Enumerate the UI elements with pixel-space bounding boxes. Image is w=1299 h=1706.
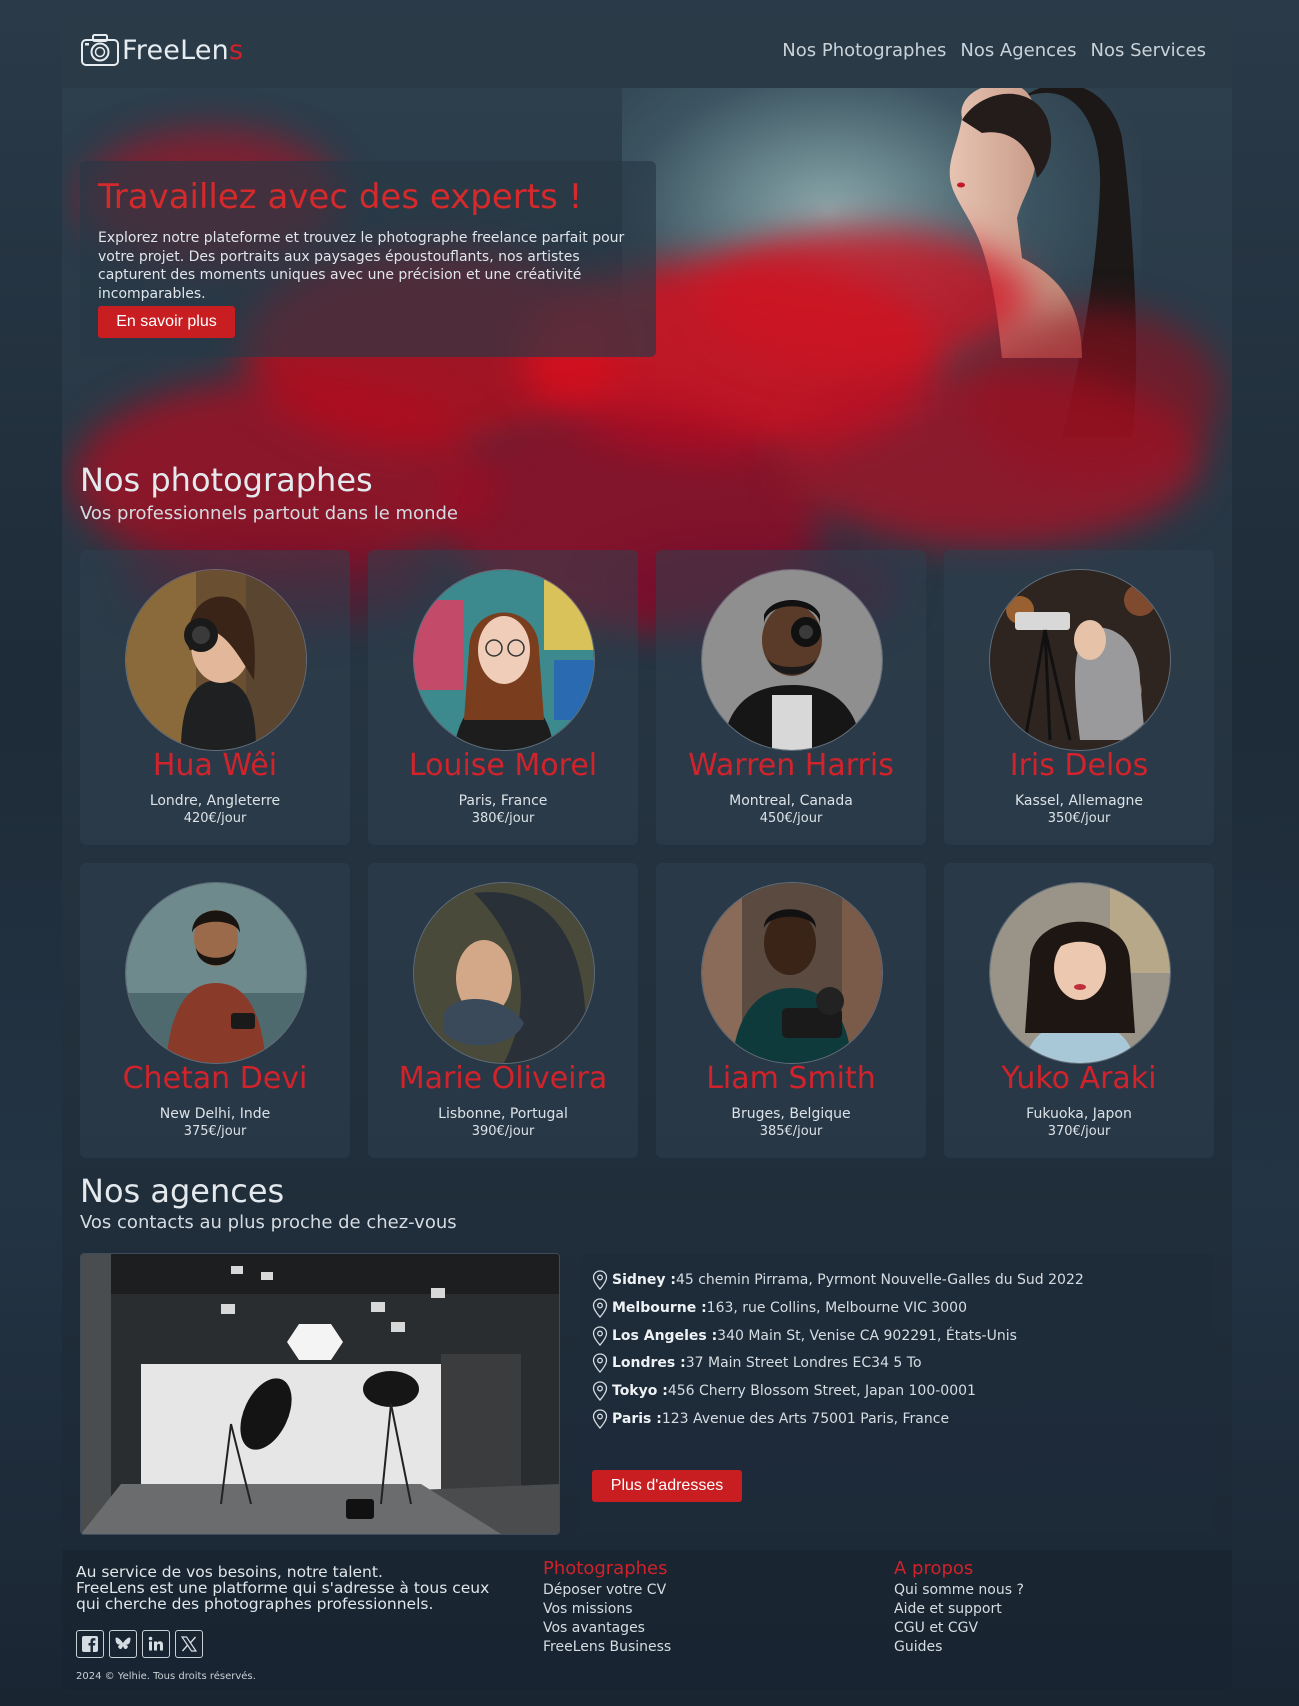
photographer-card[interactable]: Hua Wêi Londre, Angleterre 420€/jour — [80, 550, 350, 845]
photographer-name: Liam Smith — [706, 1061, 876, 1096]
photographer-avatar — [413, 569, 595, 751]
photographer-name: Warren Harris — [688, 748, 894, 783]
photographer-avatar — [413, 882, 595, 1064]
location-pin-icon — [592, 1270, 608, 1290]
photographer-price: 380€/jour — [471, 811, 535, 826]
photographer-avatar — [701, 569, 883, 751]
photographer-card[interactable]: Liam Smith Bruges, Belgique 385€/jour — [656, 863, 926, 1158]
photographer-city: Fukuoka, Japon — [1026, 1106, 1132, 1122]
photographer-city: Paris, France — [458, 793, 548, 809]
hero-text: Explorez notre plateforme et trouvez le … — [98, 230, 625, 302]
photographer-card[interactable]: Iris Delos Kassel, Allemagne 350€/jour — [944, 550, 1214, 845]
footer-link[interactable]: Vos avantages — [543, 1620, 671, 1636]
address-item: Londres : 37 Main Street Londres EC34 5 … — [592, 1353, 922, 1373]
location-pin-icon — [592, 1353, 608, 1373]
photographer-avatar — [989, 569, 1171, 751]
logo-text: FreeLens — [122, 34, 244, 66]
footer-link[interactable]: Vos missions — [543, 1601, 671, 1617]
hero-box: Travaillez avec des experts ! Explorez n… — [80, 161, 656, 357]
footer-column-title: A propos — [894, 1558, 974, 1579]
footer-column-title: Photographes — [543, 1558, 668, 1579]
footer-description: qui cherche des photographes professionn… — [76, 1595, 434, 1613]
social-links — [76, 1630, 203, 1658]
address-item: Sidney : 45 chemin Pirrama, Pyrmont Nouv… — [592, 1270, 1084, 1290]
studio-image — [80, 1253, 560, 1535]
address-item: Melbourne : 163, rue Collins, Melbourne … — [592, 1298, 967, 1318]
photographer-card[interactable]: Warren Harris Montreal, Canada 450€/jour — [656, 550, 926, 845]
photographer-name: Iris Delos — [1009, 748, 1149, 783]
location-pin-icon — [592, 1381, 608, 1401]
photographer-card[interactable]: Louise Morel Paris, France 380€/jour — [368, 550, 638, 845]
bluesky-icon[interactable] — [109, 1630, 137, 1658]
site-header: FreeLens Nos Photographes Nos Agences No… — [62, 16, 1232, 88]
photographer-city: Lisbonne, Portugal — [438, 1106, 568, 1122]
photographer-city: Bruges, Belgique — [731, 1106, 851, 1122]
footer-link[interactable]: Aide et support — [894, 1601, 1024, 1617]
site-footer: Au service de vos besoins, notre talent.… — [62, 1550, 1232, 1690]
photographer-card[interactable]: Yuko Araki Fukuoka, Japon 370€/jour — [944, 863, 1214, 1158]
photographer-avatar — [125, 882, 307, 1064]
main-nav: Nos Photographes Nos Agences Nos Service… — [782, 40, 1206, 61]
nav-agences[interactable]: Nos Agences — [960, 40, 1076, 61]
photographer-city: Kassel, Allemagne — [1014, 793, 1144, 809]
agencies-subtitle: Vos contacts au plus proche de chez-vous — [80, 1212, 457, 1233]
nav-photographes[interactable]: Nos Photographes — [782, 40, 946, 61]
learn-more-button[interactable]: En savoir plus — [98, 306, 235, 338]
photographer-price: 385€/jour — [759, 1124, 823, 1139]
address-item: Tokyo : 456 Cherry Blossom Street, Japan… — [592, 1381, 976, 1401]
agencies-title: Nos agences — [80, 1172, 285, 1210]
hero-title: Travaillez avec des experts ! — [98, 177, 583, 217]
facebook-icon[interactable] — [76, 1630, 104, 1658]
photographer-price: 370€/jour — [1047, 1124, 1111, 1139]
copyright: 2024 © Yelhie. Tous droits réservés. — [76, 1671, 256, 1682]
photographer-avatar — [701, 882, 883, 1064]
footer-tagline: Au service de vos besoins, notre talent. — [76, 1563, 383, 1581]
footer-description: FreeLens est une platforme qui s'adresse… — [76, 1579, 490, 1597]
photographer-name: Marie Oliveira — [398, 1061, 608, 1096]
photographer-city: Montreal, Canada — [729, 793, 853, 809]
location-pin-icon — [592, 1326, 608, 1346]
address-item: Paris : 123 Avenue des Arts 75001 Paris,… — [592, 1409, 949, 1429]
photographer-price: 420€/jour — [183, 811, 247, 826]
location-pin-icon — [592, 1298, 608, 1318]
photographer-name: Hua Wêi — [152, 748, 278, 783]
photographers-title: Nos photographes — [80, 461, 373, 499]
address-item: Los Angeles : 340 Main St, Venise CA 902… — [592, 1326, 1017, 1346]
x-icon[interactable] — [175, 1630, 203, 1658]
footer-link[interactable]: Qui somme nous ? — [894, 1582, 1024, 1598]
footer-link[interactable]: FreeLens Business — [543, 1639, 671, 1655]
camera-icon — [81, 34, 119, 66]
photographer-price: 375€/jour — [183, 1124, 247, 1139]
addresses-box: Sidney : 45 chemin Pirrama, Pyrmont Nouv… — [580, 1254, 1214, 1534]
photographer-card[interactable]: Chetan Devi New Delhi, Inde 375€/jour — [80, 863, 350, 1158]
linkedin-icon[interactable] — [142, 1630, 170, 1658]
photographer-city: Londre, Angleterre — [149, 793, 281, 809]
photographer-name: Louise Morel — [408, 748, 598, 783]
photographer-name: Yuko Araki — [1001, 1061, 1157, 1096]
footer-link[interactable]: Guides — [894, 1639, 1024, 1655]
photographer-card[interactable]: Marie Oliveira Lisbonne, Portugal 390€/j… — [368, 863, 638, 1158]
page: FreeLens Nos Photographes Nos Agences No… — [62, 16, 1232, 1690]
more-addresses-button[interactable]: Plus d'adresses — [592, 1470, 742, 1502]
photographer-avatar — [989, 882, 1171, 1064]
logo[interactable]: FreeLens — [80, 32, 243, 68]
photographer-avatar — [125, 569, 307, 751]
photographer-name: Chetan Devi — [122, 1061, 308, 1096]
footer-link[interactable]: Déposer votre CV — [543, 1582, 671, 1598]
photographer-price: 390€/jour — [471, 1124, 535, 1139]
photographer-price: 350€/jour — [1047, 811, 1111, 826]
footer-column-a-propos: A propos Qui somme nous ? Aide et suppor… — [894, 1558, 1024, 1655]
photographer-city: New Delhi, Inde — [159, 1106, 271, 1122]
footer-column-photographes: Photographes Déposer votre CV Vos missio… — [543, 1558, 671, 1655]
photographers-subtitle: Vos professionnels partout dans le monde — [80, 503, 458, 524]
location-pin-icon — [592, 1409, 608, 1429]
nav-services[interactable]: Nos Services — [1091, 40, 1206, 61]
footer-link[interactable]: CGU et CGV — [894, 1620, 1024, 1636]
photographer-price: 450€/jour — [759, 811, 823, 826]
